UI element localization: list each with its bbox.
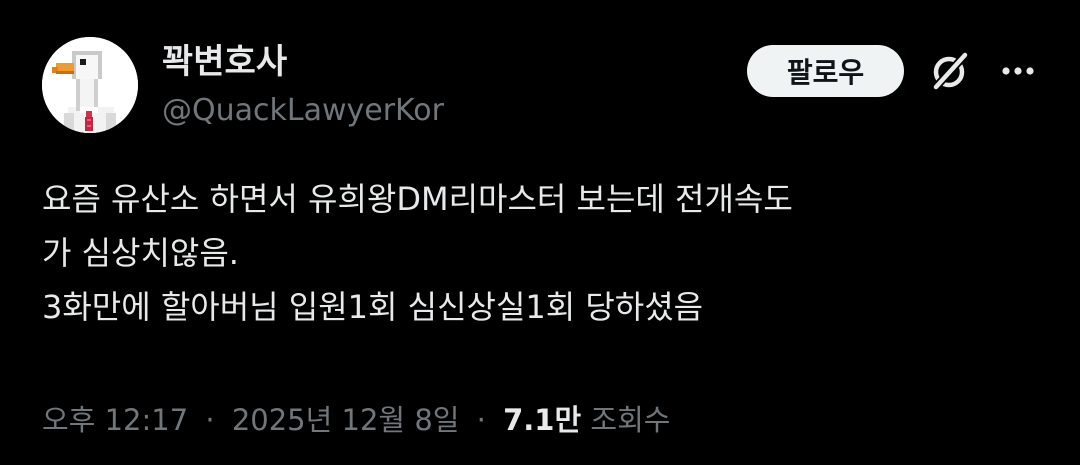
goose-lawyer-avatar-icon [42, 37, 138, 133]
tweet-meta: 오후 12:17 · 2025년 12월 8일 · 7.1만 조회수 [42, 398, 670, 442]
grok-icon[interactable] [926, 48, 972, 94]
tweet-line: 가 심상치않음. [42, 234, 239, 272]
tweet-header: 꽉변호사 @QuackLawyerKor 팔로우 [42, 37, 1042, 133]
author-names: 꽉변호사 @QuackLawyerKor [162, 41, 444, 131]
tweet-line: 3화만에 할아버님 입원1회 심신상실1회 당하셨음 [42, 288, 704, 326]
meta-separator: · [476, 403, 486, 437]
views-label: 조회수 [590, 403, 671, 437]
follow-button[interactable]: 팔로우 [747, 45, 904, 97]
tweet-date[interactable]: 2025년 12월 8일 [232, 403, 460, 437]
tweet-time[interactable]: 오후 12:17 [42, 403, 188, 437]
avatar[interactable] [42, 37, 138, 133]
more-icon[interactable] [998, 57, 1038, 85]
meta-separator: · [205, 403, 215, 437]
handle[interactable]: @QuackLawyerKor [162, 91, 444, 131]
display-name[interactable]: 꽉변호사 [162, 41, 444, 83]
tweet-line: 요즘 유산소 하면서 유희왕DM리마스터 보는데 전개속도 [42, 180, 793, 218]
tweet-text: 요즘 유산소 하면서 유희왕DM리마스터 보는데 전개속도 가 심상치않음. 3… [42, 172, 1032, 334]
views-count[interactable]: 7.1만 [503, 403, 581, 437]
